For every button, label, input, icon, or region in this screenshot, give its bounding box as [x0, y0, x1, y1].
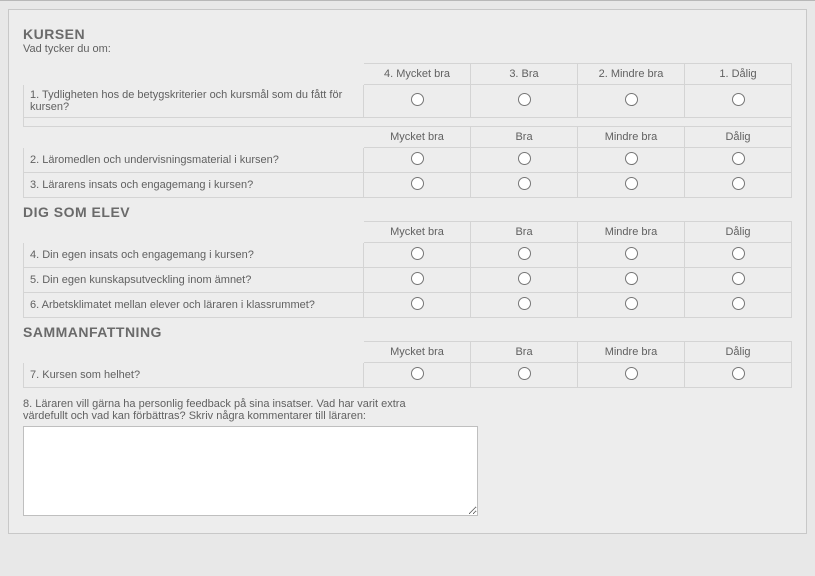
- header-cell: 3. Bra: [471, 64, 578, 85]
- table-row: 1. Tydligheten hos de betygskriterier oc…: [24, 85, 792, 118]
- section-kursen-title: KURSEN: [23, 26, 792, 42]
- section-samman-grid: Mycket bra Bra Mindre bra Dålig 7. Kurse…: [23, 341, 792, 388]
- radio-q5-opt1[interactable]: [411, 272, 424, 285]
- question-label: 2. Läromedlen och undervisningsmaterial …: [24, 148, 364, 173]
- radio-q7-opt3[interactable]: [625, 367, 638, 380]
- radio-q1-opt3[interactable]: [625, 93, 638, 106]
- radio-q5-opt4[interactable]: [732, 272, 745, 285]
- section-kursen-grid: 4. Mycket bra 3. Bra 2. Mindre bra 1. Då…: [23, 63, 792, 198]
- table-row: 2. Läromedlen och undervisningsmaterial …: [24, 148, 792, 173]
- header-cell: 1. Dålig: [685, 64, 792, 85]
- header-cell: Mycket bra: [364, 127, 471, 148]
- radio-q2-opt4[interactable]: [732, 152, 745, 165]
- table-row: 7. Kursen som helhet?: [24, 363, 792, 388]
- header-cell: Mindre bra: [578, 222, 685, 243]
- header-cell: Mycket bra: [364, 222, 471, 243]
- header-cell: Bra: [471, 127, 578, 148]
- radio-q4-opt4[interactable]: [732, 247, 745, 260]
- radio-q1-opt1[interactable]: [411, 93, 424, 106]
- header-cell: Mindre bra: [578, 342, 685, 363]
- radio-q2-opt3[interactable]: [625, 152, 638, 165]
- survey-panel: KURSEN Vad tycker du om: 4. Mycket bra 3…: [8, 9, 807, 534]
- page-outer: KURSEN Vad tycker du om: 4. Mycket bra 3…: [0, 0, 815, 542]
- feedback-textarea[interactable]: [23, 426, 478, 516]
- radio-q4-opt1[interactable]: [411, 247, 424, 260]
- question-label: 1. Tydligheten hos de betygskriterier oc…: [24, 85, 364, 118]
- section-samman-title: SAMMANFATTNING: [23, 324, 792, 340]
- section-dig-title: DIG SOM ELEV: [23, 204, 792, 220]
- blank-header: [24, 342, 364, 363]
- table-row: 4. Din egen insats och engagemang i kurs…: [24, 243, 792, 268]
- radio-q4-opt2[interactable]: [518, 247, 531, 260]
- radio-q3-opt1[interactable]: [411, 177, 424, 190]
- radio-q6-opt1[interactable]: [411, 297, 424, 310]
- radio-q3-opt3[interactable]: [625, 177, 638, 190]
- radio-q6-opt3[interactable]: [625, 297, 638, 310]
- header-cell: 2. Mindre bra: [578, 64, 685, 85]
- header-cell: Mycket bra: [364, 342, 471, 363]
- table-row: 5. Din egen kunskapsutveckling inom ämne…: [24, 268, 792, 293]
- header-cell: Dålig: [685, 127, 792, 148]
- section-kursen-subtitle: Vad tycker du om:: [23, 43, 792, 55]
- header-cell: Mindre bra: [578, 127, 685, 148]
- radio-q2-opt2[interactable]: [518, 152, 531, 165]
- radio-q4-opt3[interactable]: [625, 247, 638, 260]
- question-label: 6. Arbetsklimatet mellan elever och lära…: [24, 293, 364, 318]
- header-cell: Dålig: [685, 222, 792, 243]
- blank-header: [24, 64, 364, 85]
- table-row: 6. Arbetsklimatet mellan elever och lära…: [24, 293, 792, 318]
- radio-q1-opt4[interactable]: [732, 93, 745, 106]
- header-cell: Bra: [471, 342, 578, 363]
- header-cell: Dålig: [685, 342, 792, 363]
- question-label: 7. Kursen som helhet?: [24, 363, 364, 388]
- question-label: 3. Lärarens insats och engagemang i kurs…: [24, 173, 364, 198]
- question-label: 4. Din egen insats och engagemang i kurs…: [24, 243, 364, 268]
- blank-header: [24, 222, 364, 243]
- radio-q2-opt1[interactable]: [411, 152, 424, 165]
- header-cell: Bra: [471, 222, 578, 243]
- question-label: 5. Din egen kunskapsutveckling inom ämne…: [24, 268, 364, 293]
- radio-q3-opt2[interactable]: [518, 177, 531, 190]
- radio-q1-opt2[interactable]: [518, 93, 531, 106]
- radio-q6-opt2[interactable]: [518, 297, 531, 310]
- radio-q7-opt1[interactable]: [411, 367, 424, 380]
- radio-q7-opt2[interactable]: [518, 367, 531, 380]
- radio-q6-opt4[interactable]: [732, 297, 745, 310]
- radio-q5-opt3[interactable]: [625, 272, 638, 285]
- radio-q5-opt2[interactable]: [518, 272, 531, 285]
- blank-header: [24, 127, 364, 148]
- radio-q3-opt4[interactable]: [732, 177, 745, 190]
- table-row: 3. Lärarens insats och engagemang i kurs…: [24, 173, 792, 198]
- header-cell: 4. Mycket bra: [364, 64, 471, 85]
- radio-q7-opt4[interactable]: [732, 367, 745, 380]
- question-8-label: 8. Läraren vill gärna ha personlig feedb…: [23, 398, 453, 422]
- section-dig-grid: Mycket bra Bra Mindre bra Dålig 4. Din e…: [23, 221, 792, 318]
